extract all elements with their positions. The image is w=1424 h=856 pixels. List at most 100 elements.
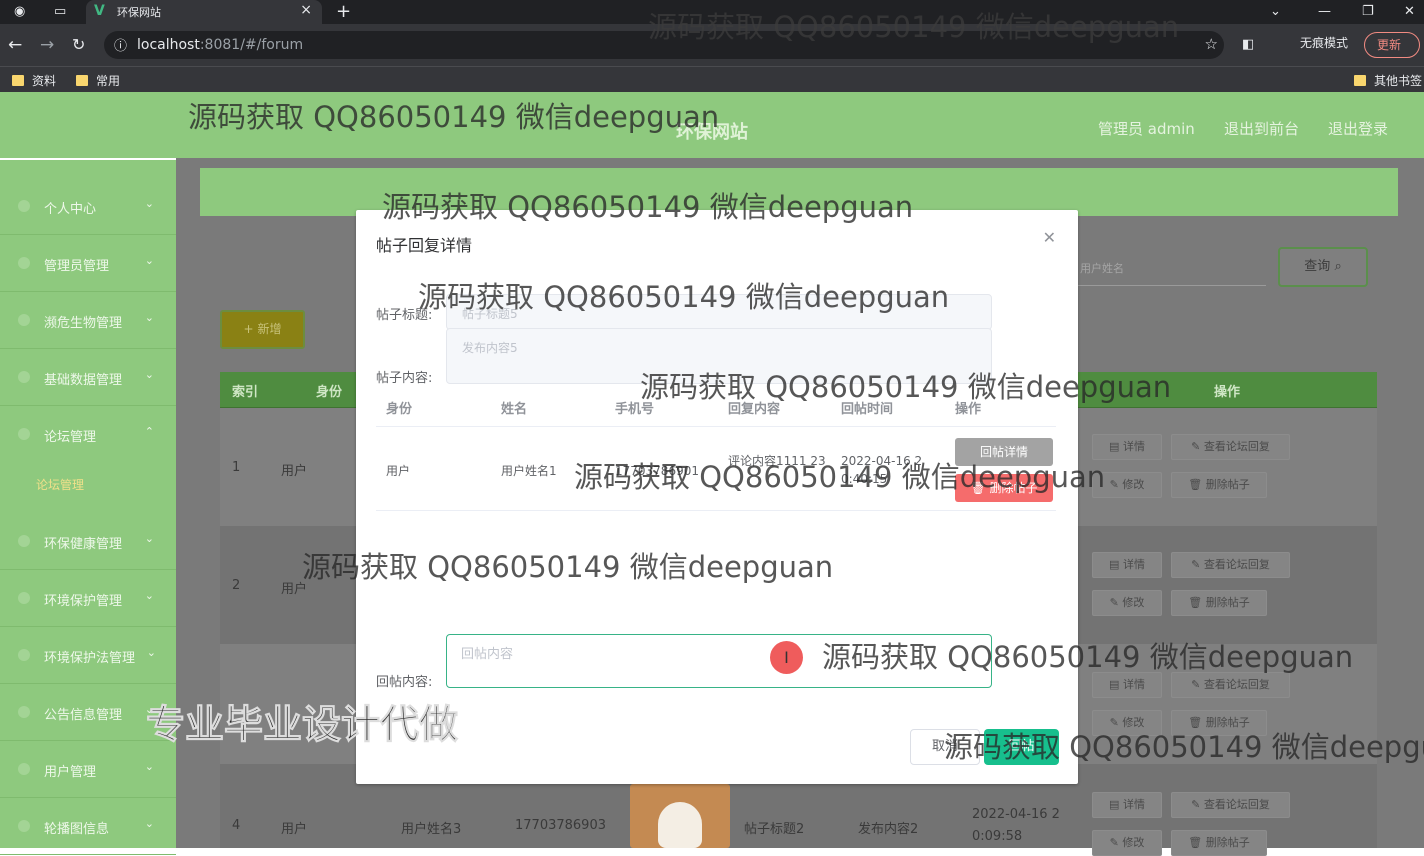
plus-icon: + — [243, 322, 254, 336]
sidebar-item-admins[interactable]: 管理员管理 ⌄ — [0, 235, 176, 292]
post-content-value: 发布内容5 — [462, 341, 518, 355]
window-close-icon[interactable]: ✕ — [1404, 0, 1415, 24]
tab-overview-icon[interactable]: ▭ — [54, 0, 66, 24]
row-content: 发布内容2 — [858, 822, 919, 837]
bookmark-folder-other[interactable]: 其他书签 — [1354, 72, 1422, 89]
bookmark-folder-changyong[interactable]: 常用 — [76, 72, 120, 89]
watermark-big: 专业毕业设计代做 — [145, 703, 459, 749]
sidebar-subitem-forum[interactable]: 论坛管理 — [36, 476, 84, 493]
dialog-close-icon[interactable]: ✕ — [1043, 228, 1056, 247]
search-input[interactable]: 用户姓名 — [1076, 250, 1266, 286]
chevron-down-icon: ⌄ — [144, 532, 154, 545]
row-role: 用户 — [281, 464, 308, 479]
bookmark-folder-ziliao[interactable]: 资料 — [12, 72, 56, 89]
menu-icon — [18, 428, 30, 440]
sidebar-item-label: 环境保护管理 — [44, 594, 123, 609]
edit-icon: ✎ — [1191, 678, 1201, 691]
chevron-down-icon: ⌄ — [144, 197, 154, 210]
edit-icon: ✎ — [1109, 596, 1119, 609]
delete-button[interactable]: 🗑 删除帖子 — [1171, 830, 1267, 856]
reply-name: 用户姓名1 — [501, 464, 557, 478]
incognito-label[interactable]: 无痕模式 — [1270, 34, 1348, 51]
query-label: 查询 — [1304, 259, 1331, 274]
view-replies-button[interactable]: ✎ 查看论坛回复 — [1171, 792, 1290, 818]
folder-icon — [12, 75, 24, 86]
minimize-icon[interactable]: — — [1318, 0, 1331, 24]
chevron-down-icon: ⌄ — [144, 589, 154, 602]
restore-icon[interactable]: ❐ — [1362, 0, 1374, 24]
folder-icon — [76, 75, 88, 86]
reply-col-role: 身份 — [386, 402, 413, 417]
sidepanel-icon[interactable]: ◧ — [1242, 33, 1254, 57]
view-replies-button[interactable]: ✎ 查看论坛回复 — [1171, 434, 1290, 460]
reload-icon[interactable]: ↻ — [72, 33, 85, 57]
trash-icon: 🗑 — [1188, 836, 1203, 849]
sidebar-item-forum[interactable]: 论坛管理 ⌃ — [0, 406, 176, 463]
url-text: localhost:8081/#/forum — [137, 37, 304, 53]
back-to-front-link[interactable]: 退出到前台 — [1224, 118, 1299, 139]
edit-button[interactable]: ✎ 修改 — [1092, 590, 1162, 616]
update-button[interactable]: 更新 — [1364, 32, 1420, 58]
admin-user-link[interactable]: 管理员 admin — [1098, 118, 1195, 139]
browser-menu-icon[interactable]: ◉ — [14, 0, 25, 24]
reply-role: 用户 — [386, 464, 411, 478]
query-button[interactable]: 查询 ⌕ — [1278, 247, 1368, 287]
text-cursor-icon: I — [770, 641, 803, 674]
detail-button[interactable]: ▤ 详情 — [1092, 552, 1162, 578]
doc-icon: ▤ — [1109, 440, 1120, 453]
post-image-dog — [630, 784, 730, 848]
menu-icon — [18, 592, 30, 604]
tab-search-icon[interactable]: ⌄ — [1270, 0, 1281, 24]
sidebar-item-label: 环境保护法管理 — [44, 651, 136, 666]
sidebar-item-label: 用户管理 — [44, 765, 97, 780]
sidebar-item-endangered[interactable]: 濒危生物管理 ⌄ — [0, 292, 176, 349]
watermark: 源码获取 QQ86050149 微信deepguan — [648, 10, 1180, 44]
delete-button[interactable]: 🗑 删除帖子 — [1171, 472, 1267, 498]
vue-favicon-icon: V — [94, 3, 105, 19]
bookmark-star-icon[interactable]: ☆ — [1205, 35, 1218, 53]
reply-header-divider — [376, 426, 1056, 427]
menu-icon — [18, 763, 30, 775]
row-index: 2 — [232, 578, 241, 593]
row-index: 4 — [232, 818, 241, 833]
menu-icon — [18, 257, 30, 269]
sidebar-item-label: 基础数据管理 — [44, 373, 123, 388]
delete-button[interactable]: 🗑 删除帖子 — [1171, 590, 1267, 616]
logout-link[interactable]: 退出登录 — [1328, 118, 1388, 139]
sidebar-item-eco-health[interactable]: 环保健康管理 ⌄ — [0, 513, 176, 570]
sidebar-item-label: 个人中心 — [44, 202, 97, 217]
back-icon[interactable]: ← — [8, 33, 22, 57]
sidebar-item-label: 管理员管理 — [44, 259, 110, 274]
menu-icon — [18, 371, 30, 383]
new-tab-icon[interactable]: + — [336, 0, 351, 24]
row-time: 2022-04-16 2 0:09:58 — [972, 807, 1060, 844]
forward-icon[interactable]: → — [40, 33, 54, 57]
sidebar-item-env-law[interactable]: 环境保护法管理 ⌄ — [0, 627, 176, 684]
browser-tab-active[interactable]: V 环保网站 × — [86, 0, 322, 24]
row-role: 用户 — [281, 822, 308, 837]
detail-button[interactable]: ▤ 详情 — [1092, 792, 1162, 818]
add-button[interactable]: + 新增 — [220, 310, 305, 349]
edit-icon: ✎ — [1191, 798, 1201, 811]
chevron-down-icon: ⌄ — [144, 760, 154, 773]
sidebar-item-carousel[interactable]: 轮播图信息 ⌄ — [0, 798, 176, 855]
sidebar-item-basedata[interactable]: 基础数据管理 ⌄ — [0, 349, 176, 406]
trash-icon: 🗑 — [1188, 596, 1203, 609]
menu-icon — [18, 535, 30, 547]
view-replies-button[interactable]: ✎ 查看论坛回复 — [1171, 552, 1290, 578]
watermark: 源码获取 QQ86050149 微信deepguan — [188, 100, 720, 134]
doc-icon: ▤ — [1109, 798, 1120, 811]
sidebar-item-env-protect[interactable]: 环境保护管理 ⌄ — [0, 570, 176, 627]
edit-icon: ✎ — [1109, 478, 1119, 491]
column-header-actions: 操作 — [1214, 385, 1241, 400]
sidebar-item-label: 公告信息管理 — [44, 708, 123, 723]
tab-close-icon[interactable]: × — [300, 2, 312, 18]
reply-input-label: 回帖内容: — [376, 675, 433, 690]
site-info-icon[interactable]: ⓘ — [114, 35, 127, 54]
sidebar-item-profile[interactable]: 个人中心 ⌄ — [0, 178, 176, 235]
edit-button[interactable]: ✎ 修改 — [1092, 830, 1162, 856]
edit-icon: ✎ — [1109, 836, 1119, 849]
column-header-index: 索引 — [232, 385, 259, 400]
menu-icon — [18, 314, 30, 326]
watermark: 源码获取 QQ86050149 微信deepguan — [302, 550, 834, 584]
